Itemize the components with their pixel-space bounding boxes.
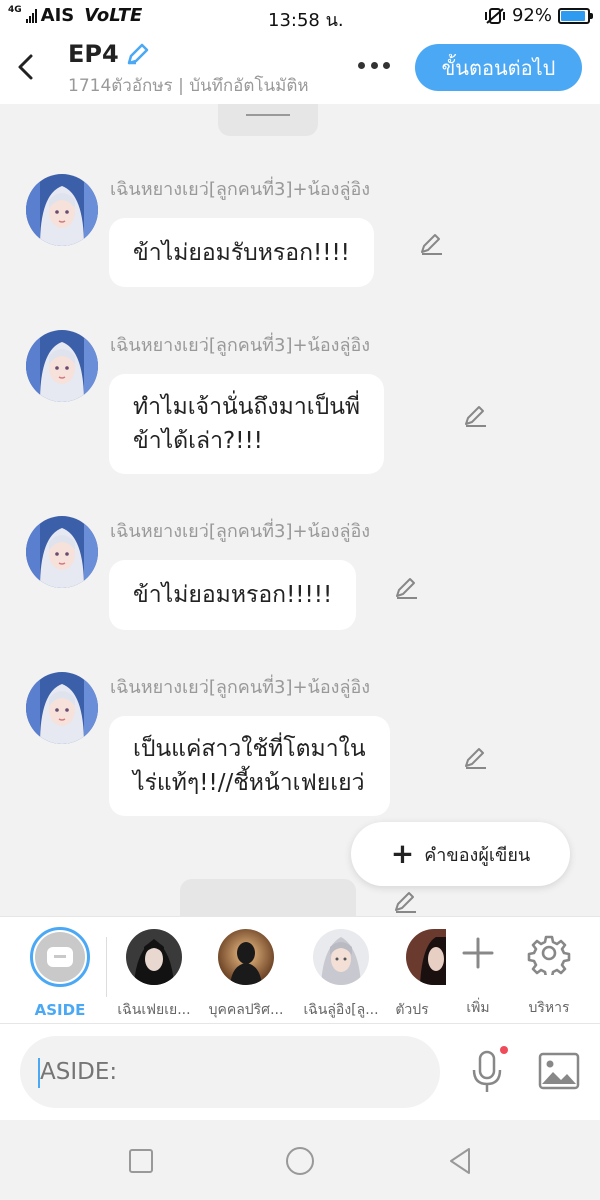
partial-message-bubble[interactable] xyxy=(180,879,356,916)
plus-icon: + xyxy=(390,837,415,870)
author-note-label: คำของผู้เขียน xyxy=(424,844,531,866)
message-line: เป็นแค่สาวใช้ที่โตมาใน xyxy=(133,736,366,762)
message-line: ข้าได้เล่า?!!! xyxy=(133,428,263,454)
battery-icon xyxy=(558,7,593,24)
aside-avatar xyxy=(30,927,90,987)
character-item[interactable]: บุคคลปริศ... xyxy=(204,927,288,1021)
message-bubble[interactable]: ทำไมเจ้านั่นถึงมาเป็นพี่ ข้าได้เล่า?!!! xyxy=(109,374,385,474)
status-right: 92% xyxy=(484,5,593,26)
character-avatar xyxy=(313,929,369,985)
clock: 13:58 น. xyxy=(268,10,344,31)
character-label: ASIDE xyxy=(34,1001,86,1019)
message-bubble[interactable]: ข้าไม่ยอมหรอก!!!!! xyxy=(109,560,357,630)
message-bubble[interactable]: ข้าไม่ยอมรับหรอก!!!! xyxy=(109,218,374,287)
edit-icon[interactable] xyxy=(462,402,490,430)
character-item[interactable]: เฉินลู่อิง[ลู... xyxy=(298,927,384,1021)
author-note-button[interactable]: + คำของผู้เขียน xyxy=(351,822,570,886)
next-step-button[interactable]: ขั้นตอนต่อไป xyxy=(415,44,582,91)
vibrate-icon xyxy=(484,7,505,24)
edit-icon[interactable] xyxy=(392,888,420,916)
character-avatar xyxy=(218,929,274,985)
image-button[interactable] xyxy=(538,1050,580,1092)
manage-button[interactable]: บริหาร xyxy=(524,927,574,1019)
microphone-icon xyxy=(472,1046,508,1092)
character-label: บุคคลปริศ... xyxy=(208,1002,284,1018)
edit-icon[interactable] xyxy=(393,574,421,602)
sender-name: เฉินหยางเยว่[ลูกคนที่3]+น้องลู่อิง xyxy=(110,179,371,200)
message-line: ทำไมเจ้านั่นถึงมาเป็นพี่ xyxy=(133,394,361,420)
character-bar: ASIDE เฉินเฟยเย... บุคคลปริศ... เฉินลู่อ… xyxy=(0,916,600,1024)
load-more-handle[interactable] xyxy=(218,104,318,136)
network-type: 4G xyxy=(8,4,22,15)
chat-area[interactable]: เฉินหยางเยว่[ลูกคนที่3]+น้องลู่อิง ข้าไม… xyxy=(0,104,600,916)
episode-title-row[interactable]: EP4 xyxy=(68,40,309,68)
message-line: ข้าไม่ยอมหรอก!!!!! xyxy=(133,582,333,608)
volte-label: VoLTE xyxy=(84,5,143,26)
edit-icon[interactable] xyxy=(418,230,446,258)
home-icon[interactable] xyxy=(283,1144,317,1178)
input-bar xyxy=(0,1024,600,1120)
pencil-icon[interactable] xyxy=(125,41,151,67)
message-bubble[interactable]: เป็นแค่สาวใช้ที่โตมาใน ไร่แท้ๆ!!//ชี้หน้… xyxy=(109,716,390,816)
message-line: ไร่แท้ๆ!!//ชี้หน้าเฟยเยว่ xyxy=(133,770,365,796)
plus-icon xyxy=(462,937,494,969)
add-character-button[interactable]: เพิ่ม xyxy=(456,927,500,1019)
character-item[interactable]: เฉินเฟยเย... xyxy=(112,927,196,1021)
character-avatar xyxy=(126,929,182,985)
system-nav-bar xyxy=(0,1120,600,1200)
character-avatar[interactable] xyxy=(26,174,98,246)
divider xyxy=(106,937,107,997)
image-icon xyxy=(538,1052,580,1090)
more-options-button[interactable] xyxy=(354,52,394,78)
status-bar: 4G AIS VoLTE 13:58 น. 92% xyxy=(0,0,600,32)
back-nav-icon[interactable] xyxy=(443,1144,477,1178)
character-avatar xyxy=(406,929,446,985)
speech-bubble-icon xyxy=(47,947,73,967)
gear-icon xyxy=(527,935,571,979)
character-item[interactable]: ตัวปร xyxy=(392,927,446,1021)
character-label: ตัวปร xyxy=(395,1002,429,1018)
character-avatar[interactable] xyxy=(26,330,98,402)
character-label: เฉินลู่อิง[ลู... xyxy=(303,1002,379,1018)
add-label: เพิ่ม xyxy=(466,1000,490,1016)
character-label: เฉินเฟยเย... xyxy=(117,1002,191,1018)
autosave-info: 1714ตัวอักษร | บันทึกอัตโนมัติห xyxy=(68,76,309,96)
back-button[interactable] xyxy=(12,50,42,84)
sender-name: เฉินหยางเยว่[ลูกคนที่3]+น้องลู่อิง xyxy=(110,677,371,698)
recent-apps-icon[interactable] xyxy=(124,1144,158,1178)
microphone-button[interactable] xyxy=(468,1046,508,1096)
episode-title: EP4 xyxy=(68,40,119,68)
header: EP4 1714ตัวอักษร | บันทึกอัตโนมัติห ขั้น… xyxy=(0,32,600,104)
signal-info: 4G AIS VoLTE xyxy=(8,4,143,27)
manage-label: บริหาร xyxy=(528,1000,570,1016)
character-avatar[interactable] xyxy=(26,672,98,744)
title-block: EP4 1714ตัวอักษร | บันทึกอัตโนมัติห xyxy=(68,40,309,99)
message-input[interactable] xyxy=(20,1036,440,1108)
battery-percent: 92% xyxy=(511,5,552,26)
text-cursor xyxy=(38,1058,40,1088)
character-aside[interactable]: ASIDE xyxy=(28,927,92,1019)
chevron-left-icon xyxy=(18,54,33,80)
message-line: ข้าไม่ยอมรับหรอก!!!! xyxy=(133,239,350,266)
sender-name: เฉินหยางเยว่[ลูกคนที่3]+น้องลู่อิง xyxy=(110,521,371,542)
sender-name: เฉินหยางเยว่[ลูกคนที่3]+น้องลู่อิง xyxy=(110,335,371,356)
signal-icon xyxy=(25,8,37,23)
edit-icon[interactable] xyxy=(462,744,490,772)
carrier-name: AIS xyxy=(40,5,75,26)
battery-fill xyxy=(561,10,585,21)
character-avatar[interactable] xyxy=(26,516,98,588)
